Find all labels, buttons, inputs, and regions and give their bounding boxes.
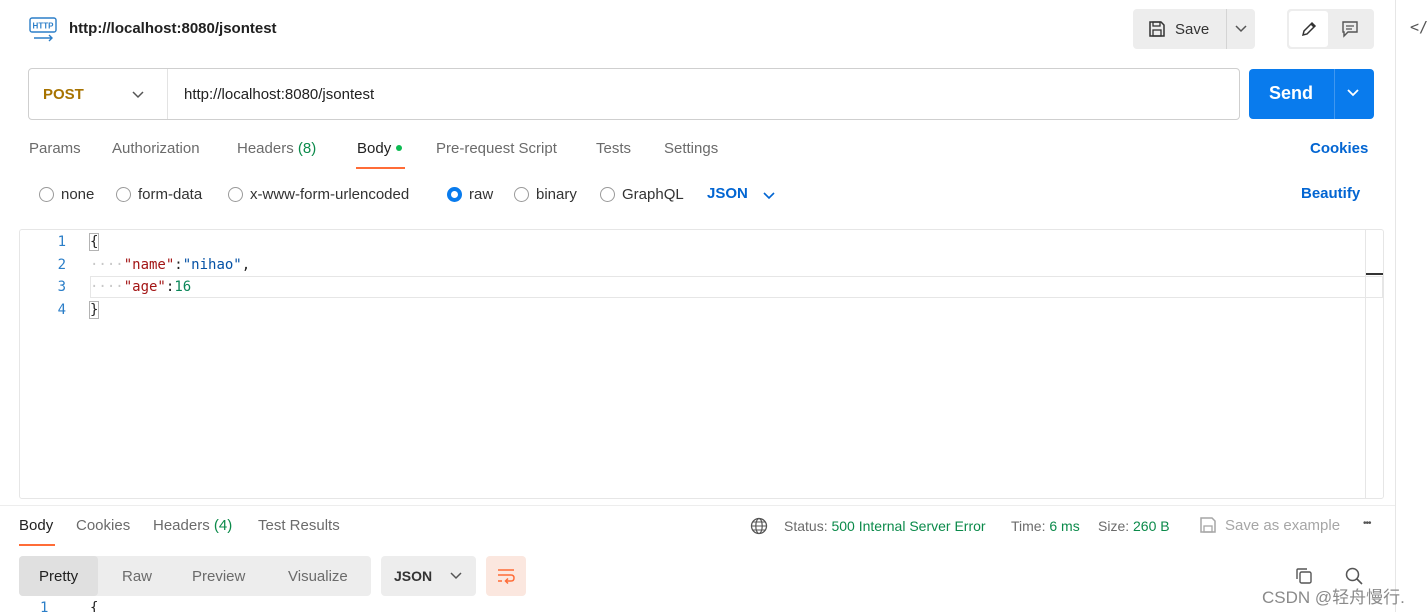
indent-whitespace: ···· (90, 257, 124, 273)
tab-settings[interactable]: Settings (664, 140, 718, 157)
format-chevron-down-icon[interactable] (762, 188, 776, 206)
response-first-line: { (90, 600, 99, 612)
json-key: "age" (123, 279, 166, 295)
edit-button[interactable] (1289, 11, 1328, 47)
save-button[interactable]: Save (1133, 9, 1225, 49)
response-tab-body[interactable]: Body (19, 517, 53, 534)
save-label: Save (1175, 20, 1210, 38)
more-options-icon[interactable]: ••• (1363, 518, 1371, 529)
radio-circle[interactable] (116, 186, 131, 202)
size-value: 260 B (1133, 518, 1170, 534)
tab-params[interactable]: Params (29, 140, 81, 157)
active-tab-indicator (356, 167, 405, 169)
radio-x-www-form-urlencoded[interactable]: x-www-form-urlencoded (228, 184, 409, 204)
response-format-select[interactable]: JSON (381, 556, 476, 596)
code-snippet-button[interactable]: </ (1410, 18, 1427, 36)
tab-body[interactable]: Body (357, 140, 403, 157)
json-colon: : (174, 257, 183, 273)
comments-button[interactable] (1330, 11, 1370, 47)
editor-scroll-marker (1366, 273, 1383, 275)
wrap-lines-button[interactable] (486, 556, 526, 596)
wrap-lines-icon (498, 569, 515, 585)
tab-tests[interactable]: Tests (596, 140, 631, 157)
time-value: 6 ms (1049, 518, 1080, 534)
send-label[interactable]: Send (1269, 83, 1313, 104)
code-line-3: ····"age":16 (90, 279, 191, 295)
code-line-4: } (88, 301, 100, 319)
indent-whitespace: ···· (90, 279, 124, 295)
code-line-2: ····"name":"nihao", (90, 257, 250, 273)
method-select[interactable]: POST (43, 86, 84, 103)
watermark: CSDN @轻舟慢行. (1262, 588, 1405, 607)
radio-binary[interactable]: binary (514, 184, 577, 204)
tab-headers[interactable]: Headers (8) (237, 140, 316, 157)
beautify-link[interactable]: Beautify (1301, 185, 1360, 202)
raw-format-select[interactable]: JSON (707, 185, 748, 202)
method-chevron-down-icon[interactable] (131, 87, 145, 105)
response-tab-headers[interactable]: Headers (4) (153, 517, 232, 534)
response-line-number: 1 (40, 600, 49, 612)
radio-circle-selected[interactable] (447, 186, 462, 202)
view-preview[interactable]: Preview (192, 556, 245, 596)
response-tab-test-results[interactable]: Test Results (258, 517, 340, 534)
json-string-value: "nihao" (182, 257, 242, 273)
body-modified-dot (396, 145, 403, 152)
line-number: 1 (57, 234, 66, 250)
open-brace: { (88, 233, 100, 251)
radio-form-data[interactable]: form-data (116, 184, 202, 204)
close-brace: } (88, 301, 100, 319)
radio-circle[interactable] (39, 186, 54, 202)
globe-icon[interactable] (750, 517, 768, 540)
save-example-icon[interactable] (1198, 515, 1218, 540)
response-size[interactable]: Size: 260 B (1098, 518, 1170, 534)
view-visualize[interactable]: Visualize (288, 556, 348, 596)
save-icon (1149, 21, 1165, 37)
response-divider[interactable] (0, 505, 1395, 506)
tab-authorization[interactable]: Authorization (112, 140, 200, 157)
radio-none[interactable]: none (39, 184, 94, 204)
radio-circle[interactable] (514, 186, 529, 202)
save-as-example-button[interactable]: Save as example (1225, 517, 1340, 534)
view-raw[interactable]: Raw (122, 556, 152, 596)
editor-scrollbar-track[interactable] (1365, 230, 1366, 498)
response-active-tab-indicator (19, 544, 55, 546)
right-panel-divider (1395, 0, 1396, 612)
chevron-down-icon (1235, 25, 1247, 33)
line-number: 3 (57, 279, 66, 295)
url-input[interactable]: http://localhost:8080/jsontest (184, 86, 374, 103)
chevron-down-icon (450, 572, 462, 580)
headers-count: (8) (297, 140, 317, 157)
view-pretty[interactable]: Pretty (19, 556, 99, 596)
save-options-button[interactable] (1226, 9, 1255, 49)
cookies-link[interactable]: Cookies (1310, 140, 1368, 157)
pencil-icon (1301, 21, 1316, 37)
json-number-value: 16 (174, 279, 192, 295)
status-value: 500 Internal Server Error (831, 518, 986, 534)
code-line-1: { (88, 233, 100, 251)
send-divider (1334, 69, 1335, 119)
http-request-icon: HTTP (28, 14, 60, 44)
response-tab-cookies[interactable]: Cookies (76, 517, 130, 534)
radio-circle[interactable] (600, 186, 615, 202)
url-divider (167, 69, 168, 119)
line-number: 2 (57, 257, 66, 273)
request-title[interactable]: http://localhost:8080/jsontest (69, 20, 277, 37)
tab-pre-request-script[interactable]: Pre-request Script (436, 140, 557, 157)
radio-circle[interactable] (228, 186, 243, 202)
response-time[interactable]: Time: 6 ms (1011, 518, 1080, 534)
response-headers-count: (4) (213, 517, 233, 534)
svg-text:HTTP: HTTP (33, 22, 55, 31)
response-status[interactable]: Status: 500 Internal Server Error (784, 518, 986, 534)
send-options-chevron-icon[interactable] (1345, 86, 1361, 104)
json-comma: , (241, 257, 251, 273)
radio-raw[interactable]: raw (447, 184, 493, 204)
radio-graphql[interactable]: GraphQL (600, 184, 684, 204)
line-number: 4 (57, 302, 66, 318)
current-line-highlight (90, 276, 1383, 298)
comment-icon (1342, 21, 1358, 38)
json-key: "name" (123, 257, 175, 273)
